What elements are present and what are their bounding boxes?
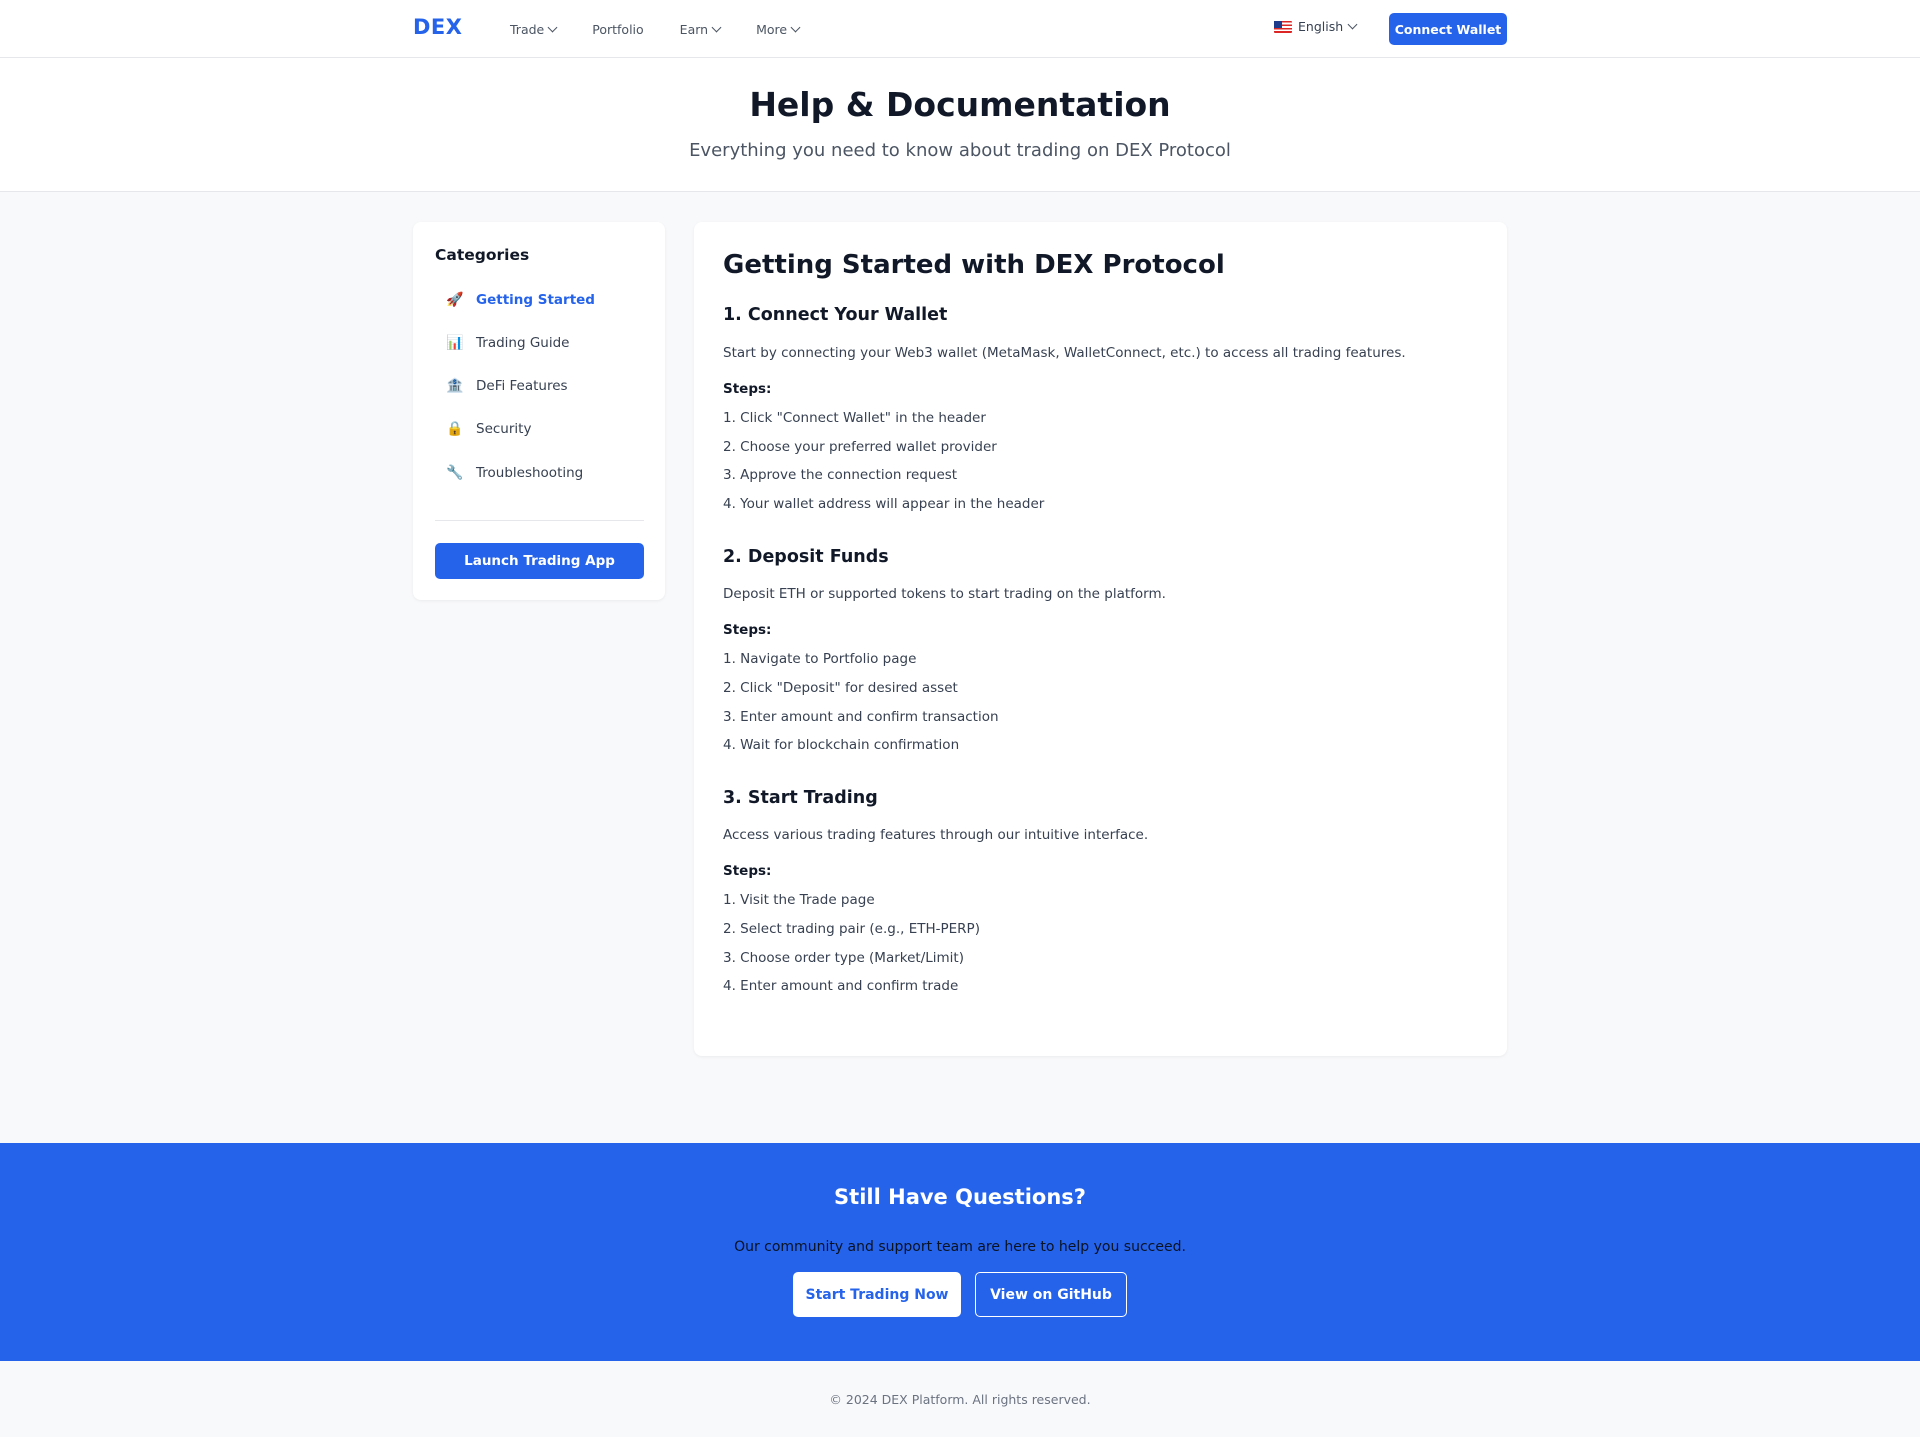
cta-text: Our community and support team are here … (734, 1239, 1186, 1255)
bank-icon: 🏦 (446, 378, 464, 394)
section-description: Access various trading features through … (723, 827, 1149, 843)
rocket-icon: 🚀 (446, 292, 464, 308)
nav-more[interactable]: More (756, 21, 801, 37)
categories-heading: Categories (435, 246, 530, 264)
cta-title: Still Have Questions? (834, 1185, 1086, 1209)
language-selector[interactable]: English (1274, 19, 1358, 34)
language-label: English (1298, 19, 1344, 34)
section-description: Deposit ETH or supported tokens to start… (723, 586, 1166, 602)
steps-label: Steps: (723, 381, 772, 397)
chevron-down-icon (1347, 19, 1358, 30)
category-label: Trading Guide (476, 335, 570, 351)
categories-sidebar: Categories 🚀 Getting Started 📊 Trading G… (413, 222, 665, 600)
connect-wallet-button[interactable]: Connect Wallet (1389, 13, 1507, 45)
us-flag-icon (1274, 20, 1292, 33)
step-item: 2. Click "Deposit" for desired asset (723, 680, 958, 696)
launch-trading-app-button[interactable]: Launch Trading App (435, 543, 644, 579)
steps-label: Steps: (723, 622, 772, 638)
step-item: 1. Visit the Trade page (723, 892, 875, 908)
category-trading-guide[interactable]: 📊 Trading Guide (446, 333, 569, 353)
step-item: 2. Select trading pair (e.g., ETH-PERP) (723, 921, 980, 937)
step-item: 2. Choose your preferred wallet provider (723, 439, 997, 455)
page-footer: © 2024 DEX Platform. All rights reserved… (0, 1361, 1920, 1437)
nav-trade[interactable]: Trade (510, 21, 558, 37)
step-item: 1. Click "Connect Wallet" in the header (723, 410, 986, 426)
step-item: 4. Enter amount and confirm trade (723, 978, 959, 994)
chevron-down-icon (547, 22, 558, 32)
page-title: Help & Documentation (749, 85, 1171, 124)
step-item: 3. Enter amount and confirm transaction (723, 709, 999, 725)
nav-earn[interactable]: Earn (679, 21, 722, 37)
category-label: DeFi Features (476, 378, 568, 394)
content-title: Getting Started with DEX Protocol (723, 250, 1225, 280)
start-trading-now-button[interactable]: Start Trading Now (793, 1272, 961, 1317)
section-description: Start by connecting your Web3 wallet (Me… (723, 345, 1406, 361)
category-label: Security (476, 421, 532, 437)
bar-chart-icon: 📊 (446, 335, 464, 351)
section-title-connect-wallet: 1. Connect Your Wallet (723, 305, 948, 325)
section-title-deposit-funds: 2. Deposit Funds (723, 547, 889, 567)
category-getting-started[interactable]: 🚀 Getting Started (446, 290, 595, 310)
step-item: 4. Your wallet address will appear in th… (723, 496, 1045, 512)
chevron-down-icon (790, 22, 801, 32)
step-item: 4. Wait for blockchain confirmation (723, 737, 960, 753)
category-troubleshooting[interactable]: 🔧 Troubleshooting (446, 463, 583, 483)
section-title-start-trading: 3. Start Trading (723, 788, 878, 808)
steps-label: Steps: (723, 863, 772, 879)
lock-icon: 🔒 (446, 421, 464, 437)
chevron-down-icon (711, 22, 722, 32)
nav-earn-label: Earn (679, 21, 709, 37)
nav-portfolio-label: Portfolio (592, 21, 644, 37)
questions-cta-section: Still Have Questions? Our community and … (0, 1143, 1920, 1361)
top-navigation-bar: DEX Trade Portfolio Earn More English Co… (0, 0, 1920, 58)
copyright-text: © 2024 DEX Platform. All rights reserved… (829, 1392, 1091, 1407)
page-subtitle: Everything you need to know about tradin… (689, 140, 1231, 161)
hero-section: Help & Documentation Everything you need… (0, 58, 1920, 192)
step-item: 3. Approve the connection request (723, 467, 958, 483)
category-label: Getting Started (476, 292, 595, 308)
step-item: 1. Navigate to Portfolio page (723, 651, 917, 667)
dex-logo[interactable]: DEX (413, 15, 462, 39)
category-security[interactable]: 🔒 Security (446, 419, 531, 439)
main-nav: Trade Portfolio Earn More (510, 0, 835, 58)
nav-more-label: More (756, 21, 788, 37)
category-defi-features[interactable]: 🏦 DeFi Features (446, 376, 568, 396)
category-label: Troubleshooting (476, 465, 584, 481)
view-on-github-button[interactable]: View on GitHub (975, 1272, 1127, 1317)
nav-trade-label: Trade (510, 21, 545, 37)
sidebar-divider (435, 520, 644, 521)
wrench-icon: 🔧 (446, 465, 464, 481)
documentation-content: Getting Started with DEX Protocol 1. Con… (694, 222, 1507, 1056)
step-item: 3. Choose order type (Market/Limit) (723, 950, 964, 966)
nav-portfolio[interactable]: Portfolio (592, 22, 643, 37)
